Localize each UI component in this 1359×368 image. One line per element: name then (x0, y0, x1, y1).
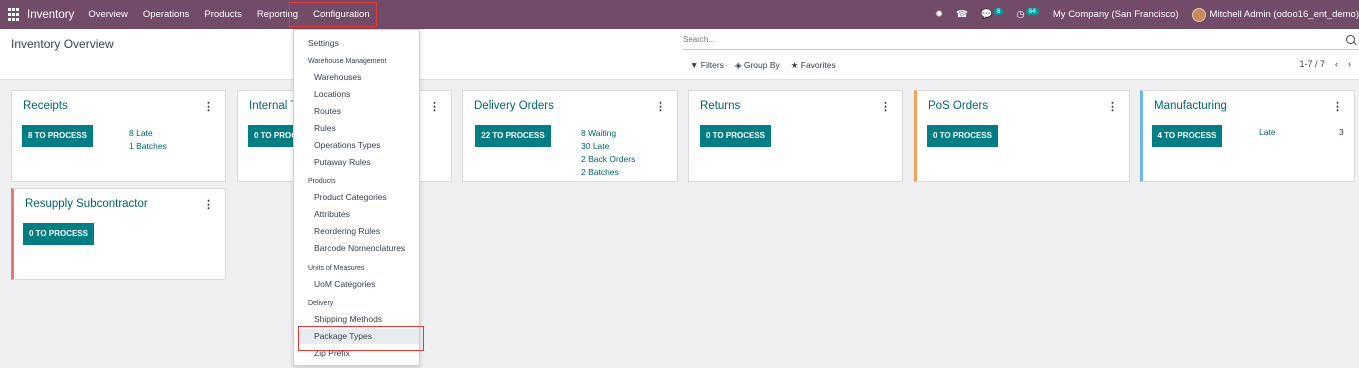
search-icon[interactable] (1346, 35, 1355, 44)
to-process-button[interactable]: 8 TO PROCESS (22, 125, 93, 147)
stat-batches[interactable]: 2 Batches (581, 166, 635, 179)
card-title[interactable]: PoS Orders (928, 100, 988, 112)
card-receipts: Receipts ⋮ 8 TO PROCESS 8 Late 1 Batches (11, 90, 226, 182)
section-header-delivery: Delivery (308, 300, 334, 307)
top-navbar: Inventory Overview Operations Products R… (0, 0, 1359, 29)
pager: 1-7 / 7 ‹ › (1299, 59, 1351, 69)
stat-late-value[interactable]: 3 (1339, 127, 1344, 137)
to-process-button[interactable]: 0 TO PROCESS (23, 223, 94, 245)
configuration-dropdown: Settings Warehouse Management Warehouses… (293, 29, 420, 366)
card-menu-icon[interactable]: ⋮ (429, 100, 440, 113)
card-returns: Returns ⋮ 0 TO PROCESS (688, 90, 903, 182)
card-menu-icon[interactable]: ⋮ (1332, 100, 1343, 113)
menu-products[interactable]: Products (204, 9, 242, 20)
pager-prev-icon[interactable]: ‹ (1335, 59, 1338, 69)
breadcrumb: Inventory Overview (11, 37, 114, 51)
card-stats: 8 Late 1 Batches (129, 127, 167, 153)
activity-count-badge: 64 (1025, 8, 1039, 15)
menu-item-locations[interactable]: Locations (314, 89, 350, 99)
card-menu-icon[interactable]: ⋮ (655, 100, 666, 113)
navbar-systray: ✹ ☎ 💬 6 ◷ 64 My Company (San Francisco) Mi… (922, 0, 1359, 29)
pager-value[interactable]: 1-7 / 7 (1299, 59, 1325, 69)
card-menu-icon[interactable]: ⋮ (203, 198, 214, 211)
card-title[interactable]: Delivery Orders (474, 100, 554, 112)
menu-item-warehouses[interactable]: Warehouses (314, 72, 361, 82)
chat-count-badge: 6 (993, 8, 1004, 15)
search-input[interactable] (683, 33, 1323, 44)
favorites-label: Favorites (800, 60, 836, 70)
to-process-button[interactable]: 22 TO PROCESS (475, 125, 551, 147)
app-brand[interactable]: Inventory (27, 9, 74, 21)
layers-icon: ◈ (734, 60, 742, 70)
filter-icon: ▼ (690, 60, 699, 70)
stat-waiting[interactable]: 8 Waiting (581, 127, 635, 140)
card-stats: 8 Waiting 30 Late 2 Back Orders 2 Batche… (581, 127, 635, 179)
stat-late[interactable]: 8 Late (129, 127, 167, 140)
to-process-button[interactable]: 0 TO PROCESS (700, 125, 771, 147)
bug-icon[interactable]: ✹ (935, 9, 943, 20)
menu-item-reordering-rules[interactable]: Reordering Rules (314, 226, 380, 236)
card-menu-icon[interactable]: ⋮ (1107, 100, 1118, 113)
card-delivery-orders: Delivery Orders ⋮ 22 TO PROCESS 8 Waitin… (462, 90, 678, 182)
configuration-highlight-box (289, 2, 377, 27)
pager-next-icon[interactable]: › (1348, 59, 1351, 69)
card-menu-icon[interactable]: ⋮ (880, 100, 891, 113)
stat-late-label[interactable]: Late (1259, 127, 1276, 137)
group-by-label: Group By (743, 60, 780, 70)
to-process-button[interactable]: 0 TO PROCESS (927, 125, 998, 147)
stat-batches[interactable]: 1 Batches (129, 140, 167, 153)
card-resupply-subcontractor: Resupply Subcontractor ⋮ 0 TO PROCESS (11, 188, 226, 280)
package-types-highlight-box (298, 326, 424, 351)
menu-item-settings[interactable]: Settings (308, 38, 339, 48)
menu-item-routes[interactable]: Routes (314, 106, 341, 116)
star-icon: ★ (790, 60, 799, 70)
menu-operations[interactable]: Operations (143, 9, 189, 20)
section-header-products: Products (308, 178, 336, 185)
section-header-uom: Units of Measures (308, 265, 365, 272)
menu-item-uom-categories[interactable]: UoM Categories (314, 279, 375, 289)
phone-icon[interactable]: ☎ (956, 9, 968, 20)
apps-menu-icon[interactable] (8, 7, 22, 22)
card-title[interactable]: Receipts (23, 100, 68, 112)
user-menu[interactable]: Mitchell Admin (odoo16_ent_demo) (1210, 9, 1359, 20)
menu-item-operations-types[interactable]: Operations Types (314, 140, 380, 150)
card-pos-orders: PoS Orders ⋮ 0 TO PROCESS (914, 90, 1130, 182)
card-title[interactable]: Manufacturing (1154, 100, 1227, 112)
card-menu-icon[interactable]: ⋮ (203, 100, 214, 113)
menu-overview[interactable]: Overview (88, 9, 128, 20)
filters-button[interactable]: ▼ Filters (690, 60, 724, 71)
group-by-button[interactable]: ◈ Group By (735, 60, 780, 71)
search-options: ▼ Filters ◈ Group By ★ Favorites (690, 60, 847, 71)
menu-item-rules[interactable]: Rules (314, 123, 336, 133)
avatar[interactable] (1191, 7, 1206, 22)
activity-clock-icon[interactable]: ◷ 64 (1016, 8, 1039, 20)
company-switcher[interactable]: My Company (San Francisco) (1053, 9, 1179, 20)
card-title[interactable]: Returns (700, 100, 740, 112)
favorites-button[interactable]: ★ Favorites (791, 60, 836, 71)
stat-late[interactable]: 30 Late (581, 140, 635, 153)
stat-back-orders[interactable]: 2 Back Orders (581, 153, 635, 166)
control-panel: Inventory Overview ▼ Filters ◈ Group By … (0, 29, 1359, 80)
section-header-warehouse: Warehouse Management (308, 58, 387, 65)
menu-item-attributes[interactable]: Attributes (314, 209, 350, 219)
menu-item-product-categories[interactable]: Product Categories (314, 192, 387, 202)
search-bar (683, 33, 1359, 50)
menu-item-barcode-nomenclatures[interactable]: Barcode Nomenclatures (314, 243, 405, 253)
card-title[interactable]: Resupply Subcontractor (25, 198, 148, 210)
chat-icon[interactable]: 💬 6 (981, 8, 1004, 20)
menu-item-shipping-methods[interactable]: Shipping Methods (314, 314, 382, 324)
to-process-button[interactable]: 4 TO PROCESS (1152, 125, 1222, 147)
card-manufacturing: Manufacturing ⋮ 4 TO PROCESS Late 3 (1140, 90, 1355, 182)
menu-item-putaway-rules[interactable]: Putaway Rules (314, 157, 371, 167)
filters-label: Filters (700, 60, 724, 70)
